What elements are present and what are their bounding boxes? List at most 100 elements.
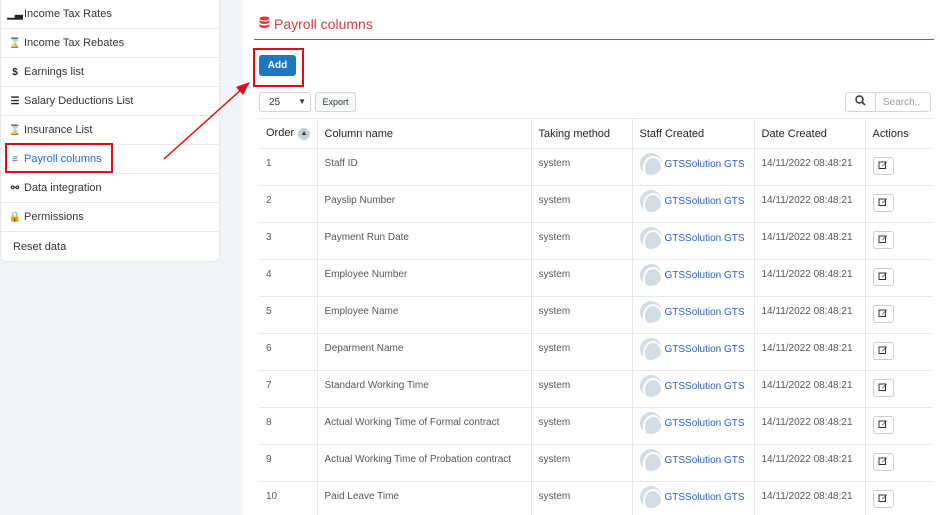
table-row: 1 Staff ID system GTSSolution GTS 14/11/2022… xyxy=(259,148,931,186)
staff-link[interactable]: GTSSolution GTS xyxy=(665,233,745,244)
sidebar-item-label: Reset data xyxy=(13,240,67,253)
avatar xyxy=(639,412,662,434)
staff-link[interactable]: GTSSolution GTS xyxy=(665,492,745,503)
column-header-date[interactable]: Date Created xyxy=(753,118,865,149)
sidebar-item-label: Salary Deductions List xyxy=(24,95,134,107)
staff-link[interactable]: GTSSolution GTS xyxy=(665,418,745,429)
edit-button[interactable] xyxy=(872,157,894,175)
cell-column-name: Payslip Number xyxy=(316,185,531,223)
edit-button[interactable] xyxy=(872,342,894,360)
sidebar-item-label: Permissions xyxy=(24,211,84,223)
cell-column-name: Paid Leave Time xyxy=(316,481,531,515)
export-button[interactable]: Export xyxy=(315,92,356,112)
column-header-order[interactable]: Order ▲ xyxy=(259,118,317,149)
edit-icon xyxy=(878,197,888,210)
cell-actions xyxy=(864,296,931,334)
edit-icon xyxy=(878,419,888,432)
edit-button[interactable] xyxy=(872,416,894,434)
cell-column-name: Employee Number xyxy=(316,259,531,297)
search-button[interactable] xyxy=(845,92,876,112)
sidebar-item-income-tax-rates[interactable]: ▁▃ Income Tax Rates xyxy=(1,0,219,29)
edit-button[interactable] xyxy=(872,453,894,471)
table-row: 8 Actual Working Time of Formal contract s… xyxy=(259,407,931,445)
sidebar-item-label: Insurance List xyxy=(24,124,93,136)
sidebar-item-label: Income Tax Rebates xyxy=(24,37,125,49)
table-row: 7 Standard Working Time system GTSSolution … xyxy=(259,370,931,408)
cell-column-name: Payment Run Date xyxy=(316,222,531,260)
cell-date-created: 14/11/2022 08:48:21 xyxy=(753,259,865,297)
sidebar-item-insurance-list[interactable]: ⌛ Insurance List xyxy=(1,116,219,145)
cell-staff-created: GTSSolution GTS xyxy=(631,259,754,297)
staff-link[interactable]: GTSSolution GTS xyxy=(665,307,745,318)
hourglass-icon: ⌛ xyxy=(8,124,22,136)
column-header-order-label: Order xyxy=(266,127,295,140)
staff-link[interactable]: GTSSolution GTS xyxy=(665,381,745,392)
database-icon xyxy=(259,16,270,32)
edit-icon xyxy=(878,271,888,284)
page-size-select[interactable]: 25 ▼ xyxy=(259,92,311,112)
cell-taking-method: system xyxy=(530,407,632,445)
cell-order: 3 xyxy=(259,222,317,260)
main-panel: Payroll columns Add 25 ▼ Export Order▲ C… xyxy=(243,0,940,515)
column-header-name[interactable]: Column name xyxy=(316,118,531,149)
cell-actions xyxy=(864,333,931,371)
column-header-method[interactable]: Taking method xyxy=(530,118,632,149)
cell-date-created: 14/11/2022 08:48:21 xyxy=(753,407,865,445)
sidebar-item-earnings-list[interactable]: $ Earnings list xyxy=(1,58,219,87)
edit-button[interactable] xyxy=(872,305,894,323)
cell-actions xyxy=(864,185,931,223)
edit-button[interactable] xyxy=(872,231,894,249)
cell-date-created: 14/11/2022 08:48:21 xyxy=(753,370,865,408)
edit-icon xyxy=(878,234,888,247)
staff-link[interactable]: GTSSolution GTS xyxy=(665,344,745,355)
edit-icon xyxy=(878,456,888,469)
edit-button[interactable] xyxy=(872,490,894,508)
sort-icon[interactable]: ▲ xyxy=(298,127,311,140)
edit-button[interactable] xyxy=(872,379,894,397)
highlight-box-sidebar xyxy=(5,143,113,173)
staff-link[interactable]: GTSSolution GTS xyxy=(665,159,745,170)
search-input[interactable] xyxy=(875,92,931,112)
table-header-row: Order ▲ Column name Taking method Staff C… xyxy=(259,118,931,149)
cell-date-created: 14/11/2022 08:48:21 xyxy=(753,185,865,223)
staff-link[interactable]: GTSSolution GTS xyxy=(665,270,745,281)
highlight-box-add xyxy=(253,48,304,87)
staff-link[interactable]: GTSSolution GTS xyxy=(665,196,745,207)
cell-taking-method: system xyxy=(530,370,632,408)
sidebar-item-reset-data[interactable]: Reset data xyxy=(1,232,219,261)
dollar-icon: $ xyxy=(12,66,18,78)
cell-taking-method: system xyxy=(530,259,632,297)
cell-date-created: 14/11/2022 08:48:21 xyxy=(753,296,865,334)
staff-link[interactable]: GTSSolution GTS xyxy=(665,455,745,466)
edit-button[interactable] xyxy=(872,268,894,286)
unlink-icon: ⚯ xyxy=(10,182,20,194)
cell-staff-created: GTSSolution GTS xyxy=(631,222,754,260)
edit-button[interactable] xyxy=(872,194,894,212)
avatar xyxy=(639,486,662,508)
avatar xyxy=(639,449,662,471)
cell-order: 10 xyxy=(259,481,317,515)
cell-order: 8 xyxy=(259,407,317,445)
page-size-value: 25 xyxy=(269,96,281,108)
cell-staff-created: GTSSolution GTS xyxy=(631,407,754,445)
edit-icon xyxy=(878,493,888,506)
sidebar-item-income-tax-rebates[interactable]: ⌛ Income Tax Rebates xyxy=(1,29,219,58)
cell-order: 5 xyxy=(259,296,317,334)
settings-sidebar: ▁▃ Income Tax Rates ⌛ Income Tax Rebates $ Ea… xyxy=(0,0,220,262)
sidebar-item-permissions[interactable]: 🔒 Permissions xyxy=(1,203,219,232)
avatar xyxy=(639,301,662,323)
sidebar-item-label: Data integration xyxy=(24,182,102,194)
cell-order: 4 xyxy=(259,259,317,297)
cell-column-name: Actual Working Time of Probation contrac… xyxy=(316,444,531,482)
cell-order: 1 xyxy=(259,148,317,186)
sidebar-item-salary-deductions-list[interactable]: ☰ Salary Deductions List xyxy=(1,87,219,116)
sidebar-item-data-integration[interactable]: ⚯ Data integration xyxy=(1,174,219,203)
cell-taking-method: system xyxy=(530,296,632,334)
avatar xyxy=(639,264,662,286)
cell-taking-method: system xyxy=(530,481,632,515)
cell-staff-created: GTSSolution GTS xyxy=(631,370,754,408)
column-header-staff[interactable]: Staff Created xyxy=(631,118,754,149)
hourglass-icon: ⌛ xyxy=(8,37,22,49)
sidebar-item-label: Earnings list xyxy=(24,66,84,78)
cell-staff-created: GTSSolution GTS xyxy=(631,481,754,515)
